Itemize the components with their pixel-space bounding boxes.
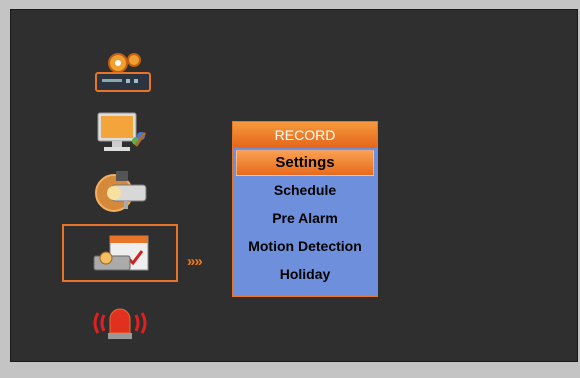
display-slot[interactable] xyxy=(62,103,178,161)
alarm-icon xyxy=(93,308,147,339)
alarm-slot[interactable] xyxy=(62,291,178,349)
system-settings-slot[interactable] xyxy=(62,45,178,103)
system-settings-icon xyxy=(95,53,151,92)
camera-icon xyxy=(95,171,147,212)
record-icon xyxy=(93,235,149,271)
menu-item-schedule[interactable]: Schedule xyxy=(233,176,377,204)
record-slot[interactable] xyxy=(62,224,178,282)
menu-item-motion-detection[interactable]: Motion Detection xyxy=(233,232,377,260)
menu-item-pre-alarm[interactable]: Pre Alarm xyxy=(233,204,377,232)
menu-item-holiday[interactable]: Holiday xyxy=(233,260,377,288)
menu-title: RECORD xyxy=(233,122,377,148)
record-menu: RECORD Settings Schedule Pre Alarm Motio… xyxy=(232,121,378,297)
menu-arrows-indicator: »» xyxy=(187,253,203,270)
camera-slot[interactable] xyxy=(62,161,178,219)
display-icon xyxy=(97,112,147,151)
dvr-screen: »» RECORD Settings Schedule Pre Alarm Mo… xyxy=(10,9,578,362)
menu-item-settings[interactable]: Settings xyxy=(236,150,374,176)
